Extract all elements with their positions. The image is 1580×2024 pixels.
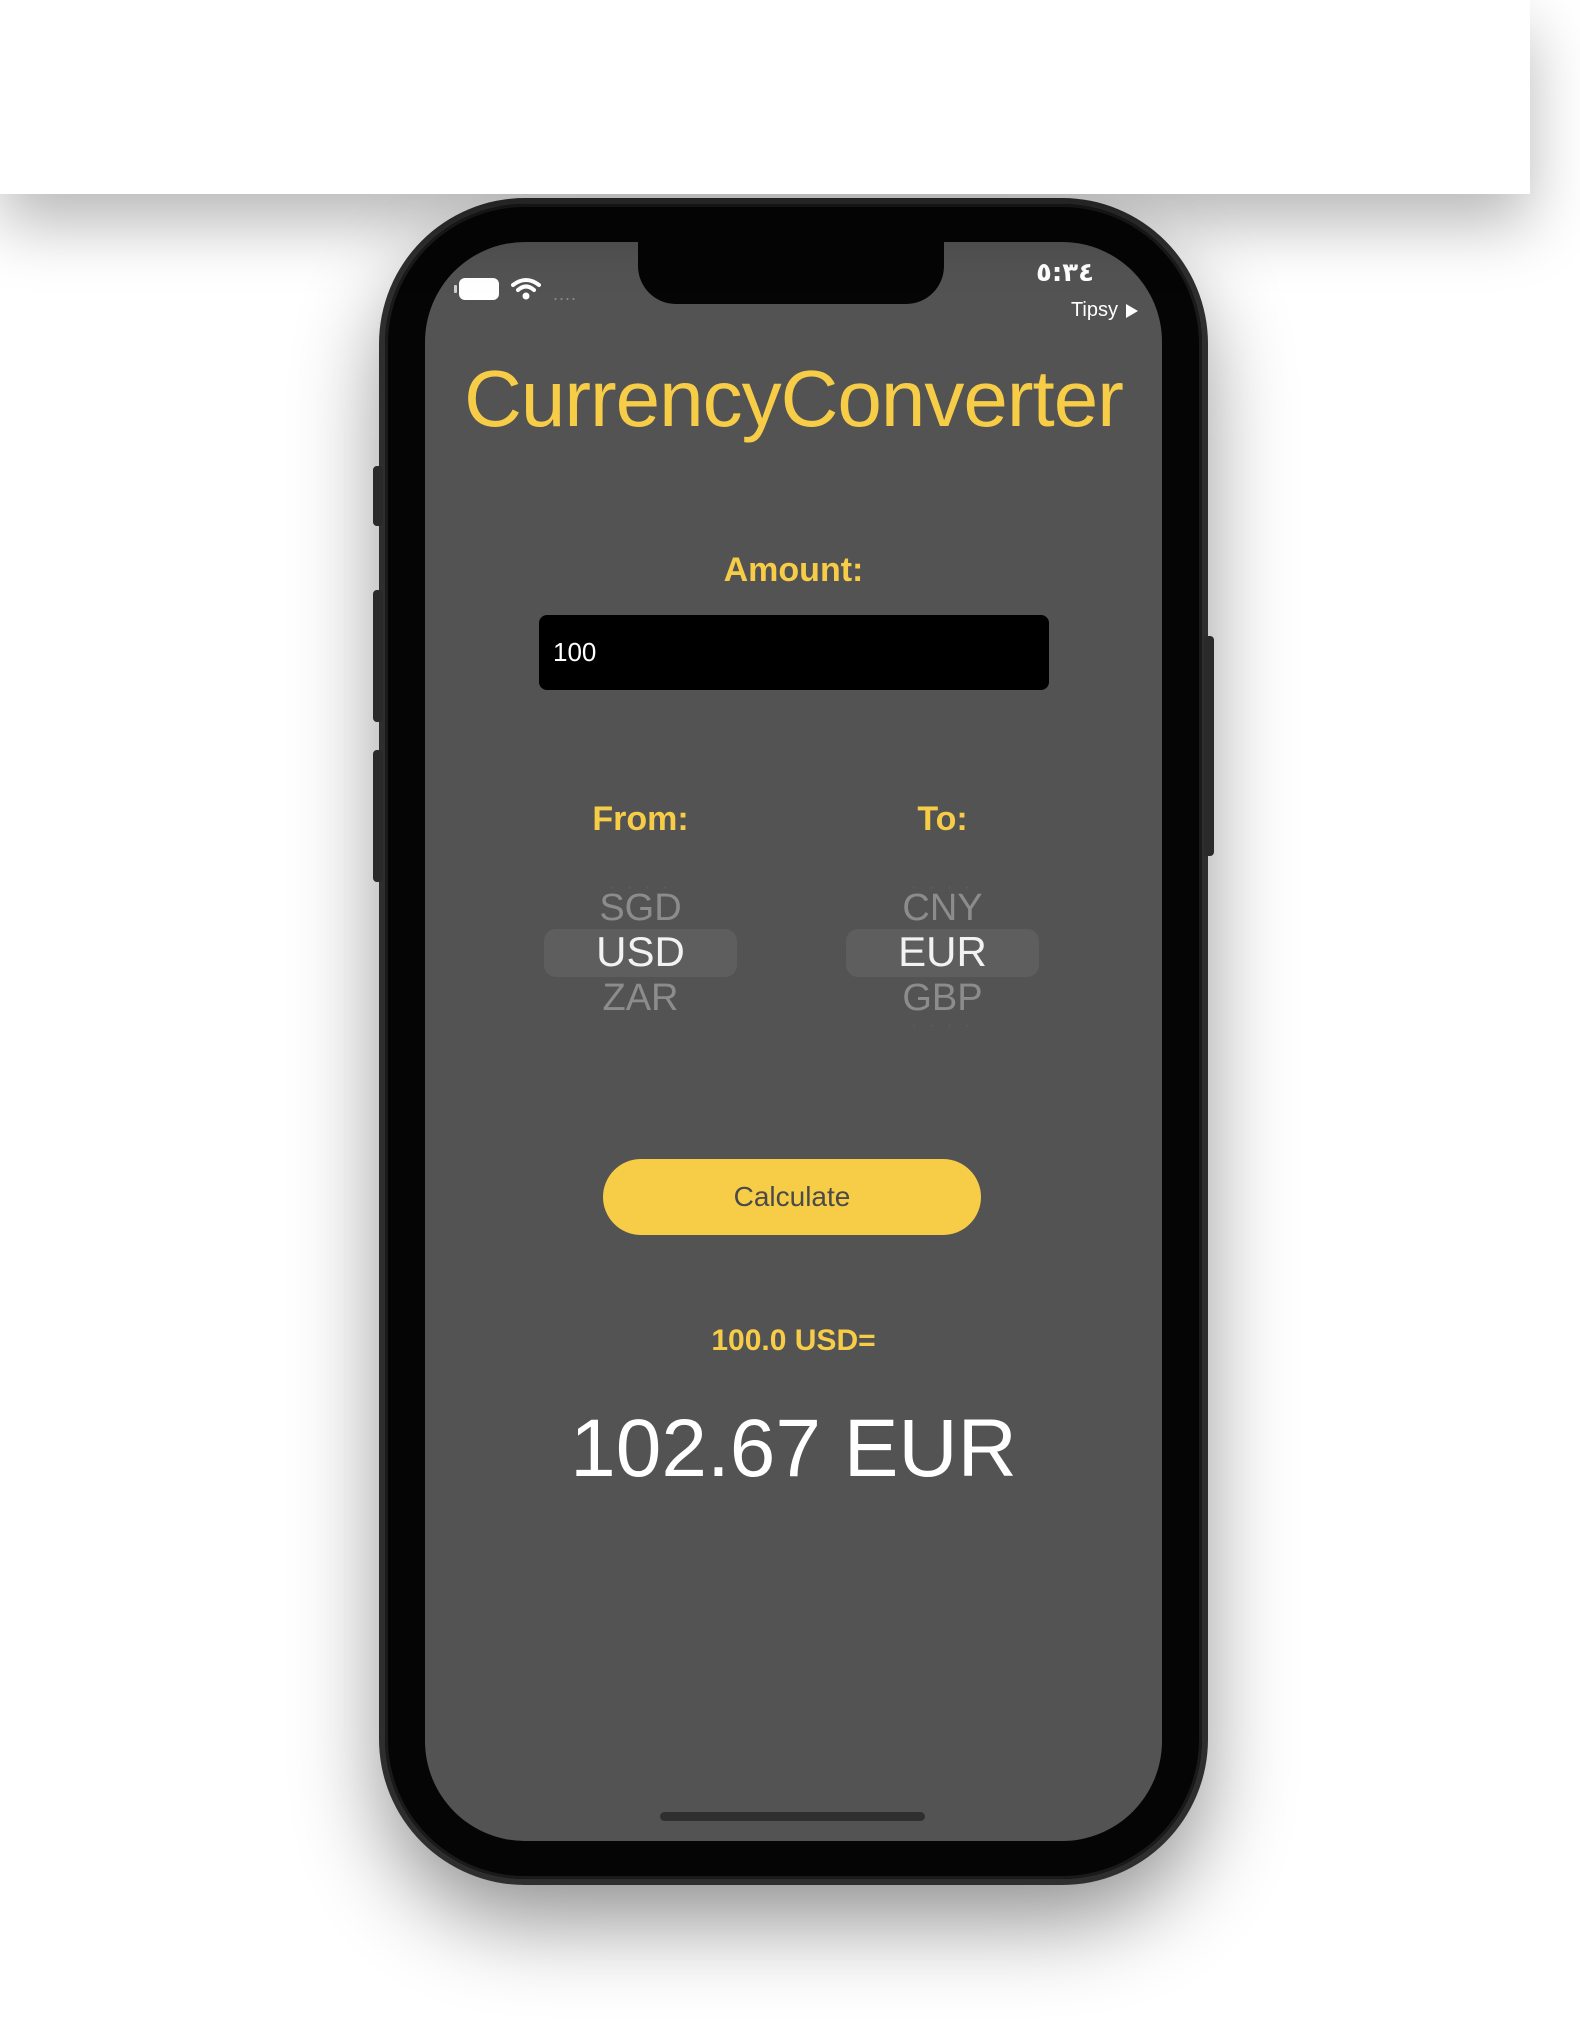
picker-option[interactable]: GBP — [846, 976, 1039, 1020]
power-button — [1204, 636, 1214, 856]
silent-switch — [373, 466, 383, 526]
volume-down-button — [373, 750, 383, 882]
app-title: CurrencyConverter — [464, 354, 1124, 443]
wifi-icon — [511, 278, 541, 300]
result-source-amount: 100.0 USD= — [711, 1324, 876, 1357]
status-bar-left: .... — [454, 274, 578, 304]
phone-frame: .... ٥:٣٤ Tipsy CurrencyConverter Amount… — [373, 204, 1214, 1879]
app-screen: .... ٥:٣٤ Tipsy CurrencyConverter Amount… — [425, 242, 1162, 1841]
amount-input[interactable] — [539, 615, 1049, 690]
picker-option[interactable]: SGD — [544, 886, 737, 930]
home-indicator[interactable] — [660, 1812, 925, 1821]
amount-label: Amount: — [723, 551, 864, 589]
cellular-signal-dots: .... — [553, 284, 578, 304]
back-to-app-link[interactable]: Tipsy — [1071, 299, 1138, 322]
back-to-app-label: Tipsy — [1070, 299, 1118, 321]
result-converted-amount: 102.67 EUR — [570, 1403, 1017, 1494]
volume-up-button — [373, 590, 383, 722]
status-time: ٥:٣٤ — [1035, 258, 1094, 288]
play-icon — [1126, 303, 1138, 318]
from-label: From: — [592, 800, 689, 838]
device-mockup-stage: .... ٥:٣٤ Tipsy CurrencyConverter Amount… — [0, 0, 1580, 2024]
notch — [638, 242, 944, 304]
from-currency-picker[interactable]: · · · · SGD USD ZAR — [544, 882, 737, 1032]
to-currency-picker[interactable]: · · · · CNY EUR GBP · · · · — [846, 882, 1039, 1032]
picker-option-selected[interactable]: EUR — [846, 930, 1039, 974]
top-banner — [0, 0, 1530, 194]
battery-icon — [454, 278, 499, 300]
picker-option[interactable]: ZAR — [544, 976, 737, 1020]
picker-option-selected[interactable]: USD — [544, 930, 737, 974]
picker-edge-bottom: · · · · — [911, 1020, 974, 1032]
to-label: To: — [917, 800, 968, 838]
picker-option[interactable]: CNY — [846, 886, 1039, 930]
calculate-button[interactable]: Calculate — [603, 1159, 981, 1235]
